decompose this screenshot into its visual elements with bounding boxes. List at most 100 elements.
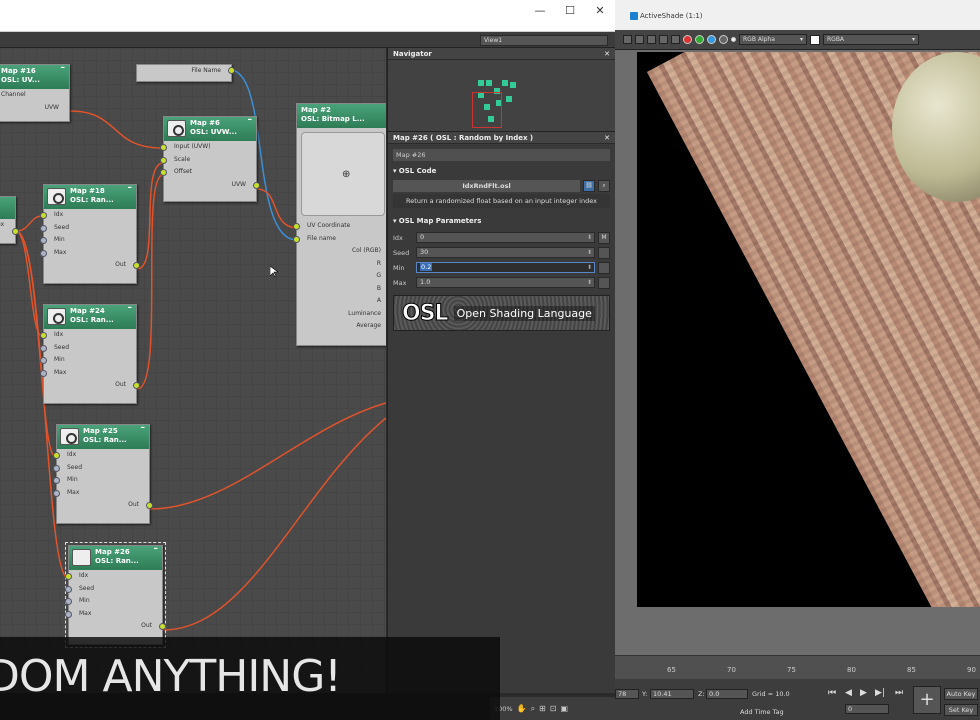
view-select[interactable]: View1	[480, 35, 608, 46]
zoom-selected-icon[interactable]: ▣	[560, 704, 568, 713]
collapse-icon[interactable]: –	[128, 304, 133, 313]
collapse-icon[interactable]: –	[141, 424, 146, 433]
set-key-button[interactable]: Set Key	[944, 704, 978, 716]
bitmap-preview[interactable]: ⊕	[301, 132, 385, 216]
color-swatch[interactable]	[810, 34, 820, 45]
collapse-icon[interactable]: –	[128, 184, 133, 193]
close-icon[interactable]: ✕	[604, 132, 610, 144]
clone-icon[interactable]	[647, 35, 656, 44]
input-port[interactable]	[40, 369, 47, 377]
map-button-empty[interactable]	[598, 246, 610, 259]
node-map25[interactable]: Map #25 OSL: Ran... – Idx Seed Min Max O…	[53, 424, 153, 524]
map-button-empty[interactable]	[598, 261, 610, 274]
zoom-region-icon[interactable]: ⊞	[539, 704, 546, 713]
play-icon[interactable]: ▶	[860, 688, 867, 698]
input-port[interactable]	[53, 464, 60, 472]
z-coordinate-field[interactable]: 0.0	[706, 689, 748, 699]
render-view[interactable]	[637, 52, 980, 607]
collapse-icon[interactable]: –	[248, 116, 253, 125]
input-port[interactable]	[40, 332, 47, 339]
add-time-tag[interactable]: Add Time Tag	[740, 708, 784, 716]
green-channel-toggle[interactable]	[695, 35, 704, 44]
auto-key-button[interactable]: Auto Key	[944, 688, 978, 700]
input-port[interactable]	[40, 249, 47, 257]
navigator-viewport[interactable]	[472, 92, 502, 128]
osl-file-button[interactable]: IdxRndFlt.osl	[393, 180, 580, 192]
node-map24[interactable]: Map #24 OSL: Ran... – Idx Seed Min Max O…	[40, 304, 140, 404]
input-port[interactable]	[40, 237, 47, 244]
map-button[interactable]: M	[598, 231, 610, 244]
save-icon[interactable]	[623, 35, 632, 44]
input-port[interactable]	[53, 477, 60, 484]
input-port[interactable]	[40, 357, 47, 364]
node-filename[interactable]: File Name	[136, 64, 235, 82]
zoom-icon[interactable]: ⌕	[531, 704, 535, 714]
collapse-icon[interactable]: –	[154, 545, 159, 554]
node-partial[interactable]: ex	[0, 196, 19, 244]
current-frame-field[interactable]: 0	[845, 704, 889, 714]
output-port[interactable]	[12, 228, 19, 235]
navigator-view[interactable]	[388, 60, 615, 132]
collapse-icon[interactable]: –	[61, 64, 66, 73]
zoom-extents-icon[interactable]: ⊡	[550, 704, 557, 713]
print-icon[interactable]	[659, 35, 668, 44]
maximize-button[interactable]: ☐	[560, 4, 580, 17]
input-port[interactable]	[65, 598, 72, 605]
input-port[interactable]	[160, 144, 167, 151]
output-port[interactable]	[159, 623, 166, 630]
map-button-empty[interactable]	[598, 276, 610, 289]
input-port[interactable]	[160, 169, 167, 176]
mono-toggle[interactable]	[731, 37, 736, 42]
min-spinner[interactable]: 0.2	[416, 262, 595, 273]
minimize-button[interactable]: —	[530, 4, 550, 17]
clear-icon[interactable]	[671, 35, 680, 44]
output-port[interactable]	[133, 382, 140, 389]
node-map6[interactable]: Map #6 OSL: UVW... – Input (UVW) Scale O…	[160, 116, 260, 202]
timeline[interactable]: 65 70 75 80 85 90	[615, 655, 980, 679]
input-port[interactable]	[40, 344, 47, 352]
y-coordinate-field[interactable]: 10.41	[650, 689, 694, 699]
link-icon[interactable]: ⛓	[583, 180, 595, 192]
close-icon[interactable]: ✕	[604, 48, 610, 60]
input-port[interactable]	[160, 156, 167, 164]
osl-code-section[interactable]: OSL Code	[388, 164, 615, 178]
input-port[interactable]	[40, 212, 47, 219]
search-icon[interactable]: ⌕	[598, 180, 610, 192]
output-port[interactable]	[253, 181, 260, 189]
input-port[interactable]	[65, 585, 72, 593]
previous-frame-icon[interactable]: ◀	[845, 688, 852, 698]
alpha-channel-toggle[interactable]	[719, 35, 728, 44]
next-frame-icon[interactable]: ▶|	[875, 688, 885, 698]
display-select[interactable]: RGBA	[823, 34, 919, 45]
node-editor-canvas[interactable]: Map #16 OSL: UV... – Channel UVW ex File…	[0, 48, 386, 693]
x-coordinate-field[interactable]: 78	[615, 689, 639, 699]
input-port[interactable]	[53, 489, 60, 497]
input-port[interactable]	[293, 235, 300, 243]
channel-select[interactable]: RGB Alpha	[739, 34, 807, 45]
input-port[interactable]	[65, 610, 72, 618]
node-map2[interactable]: Map #2 OSL: Bitmap L... ⊕ UV Coordinate …	[293, 103, 386, 346]
input-port[interactable]	[65, 573, 72, 580]
input-port[interactable]	[293, 223, 300, 230]
input-port[interactable]	[40, 224, 47, 232]
close-button[interactable]: ✕	[590, 4, 610, 17]
output-port[interactable]	[146, 502, 153, 509]
copy-icon[interactable]	[635, 35, 644, 44]
map-name-field[interactable]: Map #26	[393, 149, 610, 161]
osl-map-params-section[interactable]: OSL Map Parameters	[388, 214, 615, 228]
node-map18[interactable]: Map #18 OSL: Ran... – Idx Seed Min Max O…	[40, 184, 140, 284]
red-channel-toggle[interactable]	[683, 35, 692, 44]
input-port[interactable]	[53, 452, 60, 459]
idx-spinner[interactable]: 0	[416, 232, 595, 243]
seed-spinner[interactable]: 30	[416, 247, 595, 258]
go-to-end-icon[interactable]: ⏭	[895, 688, 903, 698]
add-key-icon[interactable]: +	[913, 686, 941, 714]
blue-channel-toggle[interactable]	[707, 35, 716, 44]
output-port[interactable]	[228, 67, 235, 74]
output-port[interactable]	[133, 262, 140, 269]
go-to-start-icon[interactable]: ⏮	[828, 688, 836, 698]
max-spinner[interactable]: 1.0	[416, 277, 595, 288]
node-map16[interactable]: Map #16 OSL: UV... – Channel UVW	[0, 64, 70, 122]
pan-icon[interactable]: ✋	[517, 704, 527, 713]
node-map26[interactable]: Map #26 OSL: Ran... – Idx Seed Min Max O…	[65, 542, 166, 648]
